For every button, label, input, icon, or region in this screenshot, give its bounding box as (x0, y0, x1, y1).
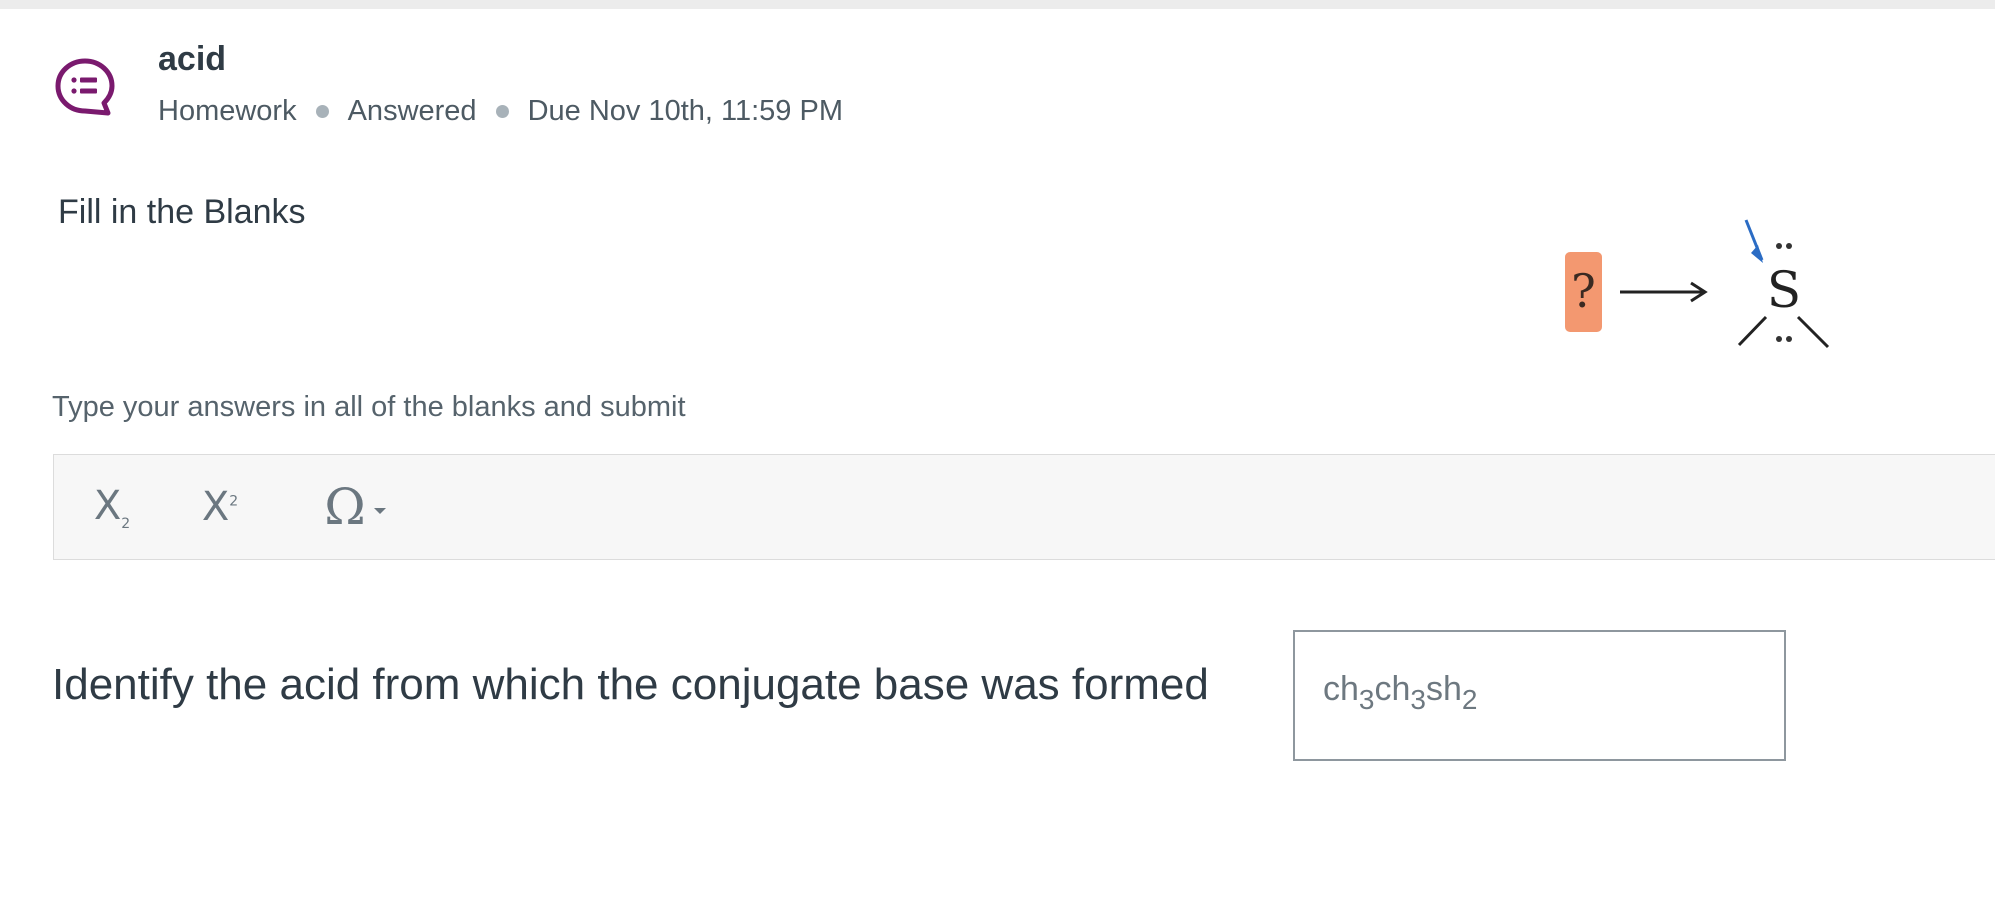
answer-text: ch3ch3sh2 (1323, 670, 1478, 715)
superscript-button[interactable]: X2 (192, 455, 248, 559)
meta-status: Answered (347, 95, 477, 127)
placeholder-mark: ? (1571, 264, 1596, 318)
question-prompt: Identify the acid from which the conjuga… (52, 660, 1209, 709)
meta-separator (315, 105, 329, 118)
meta-separator (495, 105, 509, 118)
sulfur-atom: S (1767, 261, 1801, 319)
omega-icon: Ω (324, 478, 366, 536)
meta-due-date: Due Nov 10th, 11:59 PM (527, 95, 843, 127)
caret-down-icon (373, 508, 386, 514)
editor-toolbar: X2 X2 Ω (53, 454, 1995, 560)
subscript-icon: X2 (93, 482, 131, 532)
right-bond (1796, 315, 1830, 349)
instructions: Type your answers in all of the blanks a… (52, 391, 686, 423)
top-border (0, 0, 1995, 9)
left-bond (1737, 315, 1768, 347)
assignment-title: acid (158, 40, 227, 78)
chat-list-icon (55, 58, 115, 116)
question-type-label: Fill in the Blanks (58, 193, 306, 231)
answer-input[interactable]: ch3ch3sh2 (1293, 630, 1786, 761)
assignment-meta: Homework Answered Due Nov 10th, 11:59 PM (158, 95, 843, 128)
subscript-button[interactable]: X2 (84, 455, 140, 559)
reaction-figure: ? S (1565, 219, 1830, 349)
superscript-icon: X2 (201, 484, 239, 530)
special-character-dropdown[interactable]: Ω (310, 455, 400, 559)
meta-type: Homework (158, 95, 297, 127)
